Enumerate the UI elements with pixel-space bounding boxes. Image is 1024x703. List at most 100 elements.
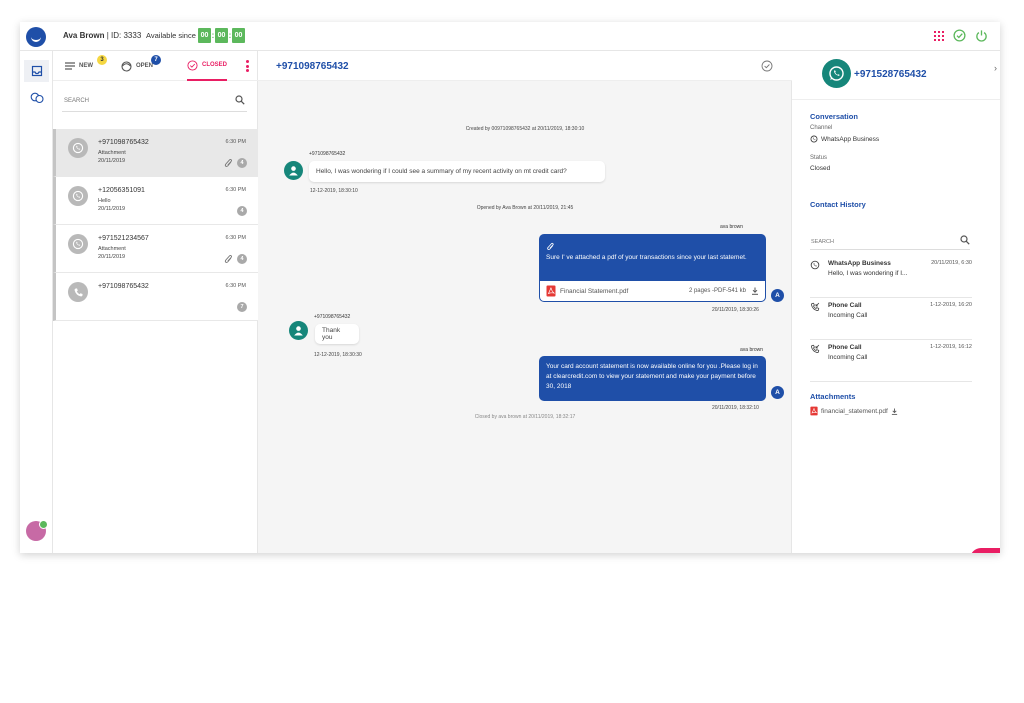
tab-new[interactable]: NEW 3 bbox=[65, 51, 110, 81]
history-search[interactable]: SEARCH bbox=[810, 234, 970, 250]
message-sender: +971098765432 bbox=[309, 151, 346, 157]
phone-incoming-icon bbox=[811, 302, 820, 311]
whatsapp-icon bbox=[68, 234, 88, 254]
timer-seconds: 00 bbox=[232, 28, 245, 43]
message-sender: ava brown bbox=[720, 224, 744, 230]
conversation-item[interactable]: +12056351091 Hello 20/11/2019 6:30 PM 4 bbox=[53, 177, 258, 225]
outgoing-message: Sure I' ve attached a pdf of your transa… bbox=[539, 234, 766, 281]
whatsapp-icon bbox=[68, 186, 88, 206]
download-icon[interactable] bbox=[891, 407, 898, 415]
dialpad-icon[interactable] bbox=[934, 30, 944, 41]
conversation-list: +971098765432 Attachment 20/11/2019 6:30… bbox=[53, 129, 258, 321]
chat-header: +971098765432 bbox=[258, 51, 792, 81]
channel-name: WhatsApp Business bbox=[821, 135, 880, 143]
conversation-time: 6:30 PM bbox=[225, 235, 246, 241]
app-window: Ava Brown | ID: 3333 Available since 00 … bbox=[20, 22, 1000, 553]
new-count-badge: 3 bbox=[97, 55, 107, 65]
conversation-number: +12056351091 bbox=[98, 187, 145, 194]
check-circle-icon[interactable] bbox=[761, 60, 773, 72]
details-header: +971528765432 › bbox=[792, 51, 1000, 100]
person-icon bbox=[289, 166, 298, 176]
open-count-badge: 7 bbox=[151, 55, 161, 65]
person-icon bbox=[294, 326, 303, 336]
paperclip-icon bbox=[547, 242, 554, 251]
message-timestamp: 20/11/2019, 18:30:26 bbox=[712, 307, 759, 313]
message-timestamp: 12-12-2019, 18:30:30 bbox=[314, 352, 362, 358]
conversation-search[interactable]: SEARCH bbox=[62, 90, 247, 112]
more-menu-icon[interactable] bbox=[246, 60, 249, 74]
status-value: Closed bbox=[810, 165, 831, 172]
chat-bubbles-icon bbox=[30, 92, 44, 104]
status-tabs: NEW 3 OPEN 7 CLOSED bbox=[53, 51, 258, 81]
analytics-button[interactable] bbox=[970, 548, 1000, 553]
agent-name: Ava Brown bbox=[63, 31, 105, 40]
contact-details-pane: +971528765432 › Conversation Channel Wha… bbox=[792, 51, 1000, 553]
tab-closed-label: CLOSED bbox=[201, 62, 227, 68]
timer-hours: 00 bbox=[198, 28, 211, 43]
whatsapp-icon bbox=[68, 138, 88, 158]
conversation-preview: Attachment bbox=[98, 246, 126, 252]
availability-timer: 00 : 00 : 00 bbox=[198, 28, 245, 43]
search-icon[interactable] bbox=[235, 95, 245, 105]
logo-icon bbox=[26, 27, 46, 47]
left-nav bbox=[20, 51, 53, 553]
nav-inbox[interactable] bbox=[24, 60, 49, 82]
nav-chats[interactable] bbox=[24, 87, 49, 109]
download-icon[interactable] bbox=[751, 287, 759, 295]
chevron-right-icon[interactable]: › bbox=[994, 63, 997, 73]
unread-count: 4 bbox=[237, 254, 247, 264]
agent-avatar: A bbox=[771, 386, 784, 399]
search-input[interactable]: SEARCH bbox=[64, 98, 89, 104]
attachment-file-name: Financial Statement.pdf bbox=[560, 288, 629, 295]
conversation-time: 6:30 PM bbox=[225, 283, 246, 289]
conversation-preview: Hello bbox=[98, 198, 111, 204]
history-subtitle: Incoming Call bbox=[828, 312, 868, 319]
user-avatar[interactable] bbox=[26, 520, 48, 541]
conversation-time: 6:30 PM bbox=[225, 139, 246, 145]
conversation-number: +971521234567 bbox=[98, 235, 149, 242]
paperclip-icon bbox=[224, 158, 232, 167]
incoming-message: Hello, I was wondering if I could see a … bbox=[309, 161, 605, 182]
conversation-item[interactable]: +971098765432 6:30 PM 7 bbox=[53, 273, 258, 321]
whatsapp-icon bbox=[810, 135, 818, 143]
attachment-file-name[interactable]: financial_statement.pdf bbox=[821, 408, 888, 415]
check-circle-icon[interactable] bbox=[953, 29, 966, 42]
agent-info: Ava Brown | ID: 3333 bbox=[63, 31, 141, 40]
conversation-list-pane: NEW 3 OPEN 7 CLOSED SEARCH +971098765432… bbox=[53, 51, 258, 553]
check-circle-icon bbox=[187, 59, 198, 71]
channel-label: Channel bbox=[810, 125, 833, 131]
history-title: WhatsApp Business bbox=[828, 260, 891, 267]
search-icon[interactable] bbox=[960, 235, 970, 245]
available-label: Available since bbox=[146, 31, 196, 40]
attachment-row[interactable]: financial_statement.pdf bbox=[810, 406, 898, 416]
conversation-time: 6:30 PM bbox=[225, 187, 246, 193]
unread-count: 7 bbox=[237, 302, 247, 312]
top-actions bbox=[934, 29, 988, 42]
history-date: 1-12-2019, 16:12 bbox=[930, 344, 972, 350]
contact-avatar bbox=[289, 321, 308, 340]
conversation-item[interactable]: +971098765432 Attachment 20/11/2019 6:30… bbox=[53, 129, 258, 177]
conversation-item[interactable]: +971521234567 Attachment 20/11/2019 6:30… bbox=[53, 225, 258, 273]
whatsapp-icon bbox=[822, 59, 851, 88]
unread-count: 4 bbox=[237, 206, 247, 216]
power-icon[interactable] bbox=[975, 29, 988, 42]
timer-minutes: 00 bbox=[215, 28, 228, 43]
conversation-number: +971098765432 bbox=[98, 283, 149, 290]
inbox-icon bbox=[31, 65, 42, 77]
contact-history-heading: Contact History bbox=[810, 200, 866, 209]
tab-open[interactable]: OPEN 7 bbox=[121, 51, 176, 81]
tab-new-label: NEW bbox=[79, 63, 93, 69]
conversation-preview: Attachment bbox=[98, 150, 126, 156]
history-search-input[interactable]: SEARCH bbox=[811, 239, 834, 245]
unread-count: 4 bbox=[237, 158, 247, 168]
opened-note: Opened by Ava Brown at 20/11/2019, 21:45 bbox=[476, 205, 574, 211]
history-item[interactable]: Phone Call Incoming Call 1-12-2019, 16:1… bbox=[810, 340, 972, 382]
history-title: Phone Call bbox=[828, 302, 862, 309]
tab-closed[interactable]: CLOSED bbox=[187, 51, 227, 81]
attachment-card[interactable]: Financial Statement.pdf 2 pages -PDF-541… bbox=[539, 281, 766, 302]
message-timestamp: 12-12-2019, 18:30:10 bbox=[310, 188, 358, 194]
history-item[interactable]: WhatsApp Business Hello, I was wondering… bbox=[810, 256, 972, 298]
contact-number: +971528765432 bbox=[854, 69, 927, 80]
history-subtitle: Hello, I was wondering if I... bbox=[828, 270, 908, 277]
history-item[interactable]: Phone Call Incoming Call 1-12-2019, 16:2… bbox=[810, 298, 972, 340]
